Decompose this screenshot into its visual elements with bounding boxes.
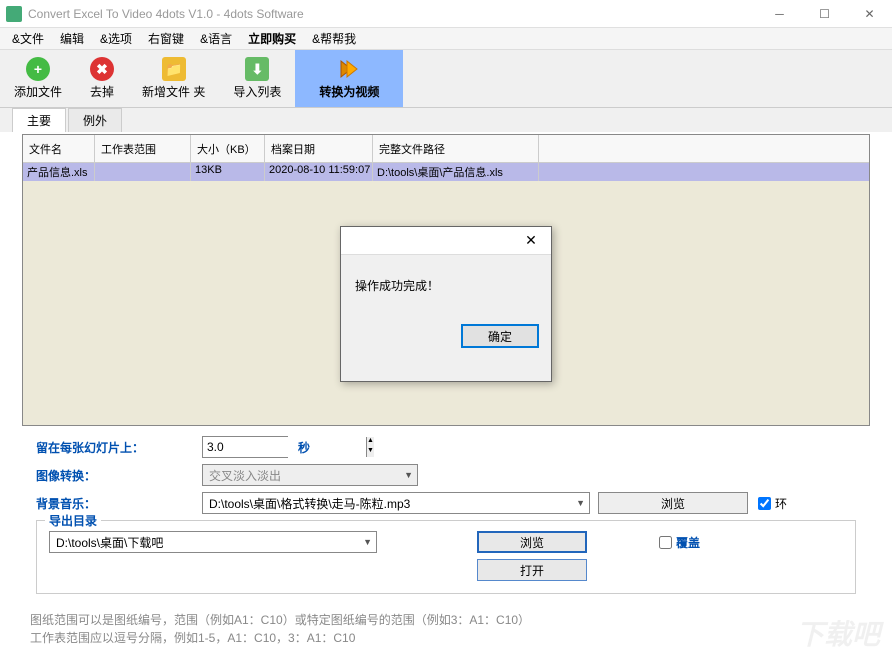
menu-file[interactable]: &文件 [4, 28, 52, 49]
tab-main[interactable]: 主要 [12, 108, 66, 132]
menubar: &文件 编辑 &选项 右窗键 &语言 立即购买 &帮帮我 [0, 28, 892, 50]
folder-icon: 📁 [162, 57, 186, 81]
app-icon [6, 6, 22, 22]
col-date[interactable]: 档案日期 [265, 135, 373, 162]
hint-text: 图纸范围可以是图纸编号，范围（例如A1：C10）或特定图纸编号的范围（例如3：A… [30, 611, 868, 647]
bgm-label: 背景音乐： [22, 495, 202, 512]
window-titlebar: Convert Excel To Video 4dots V1.0 - 4dot… [0, 0, 892, 28]
tabbar: 主要 例外 [0, 108, 892, 132]
menu-edit[interactable]: 编辑 [52, 28, 92, 49]
stay-label: 留在每张幻灯片上： [22, 439, 202, 456]
remove-label: 去掉 [90, 83, 114, 100]
hint-line1: 图纸范围可以是图纸编号，范围（例如A1：C10）或特定图纸编号的范围（例如3：A… [30, 611, 868, 629]
col-size[interactable]: 大小（KB） [191, 135, 265, 162]
cell-date: 2020-08-10 11:59:07 [265, 163, 373, 181]
convert-icon [337, 57, 361, 81]
convert-video-button[interactable]: 转换为视频 [295, 50, 403, 107]
success-dialog: ✕ 操作成功完成！ 确定 [340, 226, 552, 382]
chevron-down-icon: ▼ [363, 537, 372, 547]
bgm-value: D:\tools\桌面\格式转换\走马-陈粒.mp3 [209, 495, 410, 512]
transition-value: 交叉淡入淡出 [209, 467, 281, 484]
dialog-titlebar: ✕ [341, 227, 551, 255]
cell-filename: 产品信息.xls [23, 163, 95, 181]
tab-except[interactable]: 例外 [68, 108, 122, 132]
dialog-ok-button[interactable]: 确定 [461, 324, 539, 348]
export-path-value: D:\tools\桌面\下载吧 [56, 534, 163, 551]
ring-checkbox[interactable]: 环 [758, 495, 787, 512]
new-folder-button[interactable]: 📁 新增文件 夹 [128, 50, 219, 107]
stay-spinner[interactable]: ▲ ▼ [202, 436, 288, 458]
import-label: 导入列表 [233, 83, 281, 100]
table-row[interactable]: 产品信息.xls 13KB 2020-08-10 11:59:07 D:\too… [23, 163, 869, 181]
menu-buy[interactable]: 立即购买 [240, 28, 304, 49]
hint-line2: 工作表范围应以逗号分隔，例如1-5，A1：C10，3：A1：C10 [30, 629, 868, 647]
window-title: Convert Excel To Video 4dots V1.0 - 4dot… [28, 7, 757, 21]
export-open-button[interactable]: 打开 [477, 559, 587, 581]
menu-rightkey[interactable]: 右窗键 [140, 28, 192, 49]
export-browse-button[interactable]: 浏览 [477, 531, 587, 553]
export-group: 导出目录 D:\tools\桌面\下载吧 ▼ 浏览 覆盖 打开 [36, 520, 856, 594]
cell-path: D:\tools\桌面\产品信息.xls [373, 163, 539, 181]
dialog-close-button[interactable]: ✕ [511, 232, 551, 249]
close-button[interactable]: ✕ [847, 0, 892, 28]
transition-label: 图像转换： [22, 467, 202, 484]
new-folder-label: 新增文件 夹 [142, 83, 205, 100]
export-path-combo[interactable]: D:\tools\桌面\下载吧 ▼ [49, 531, 377, 553]
import-icon: ⬇ [245, 57, 269, 81]
ring-label: 环 [775, 495, 787, 512]
stay-unit: 秒 [298, 439, 310, 456]
chevron-down-icon: ▼ [404, 470, 413, 480]
bgm-combo[interactable]: D:\tools\桌面\格式转换\走马-陈粒.mp3 ▼ [202, 492, 590, 514]
dialog-message: 操作成功完成！ [341, 255, 551, 316]
menu-options[interactable]: &选项 [92, 28, 140, 49]
col-filename[interactable]: 文件名 [23, 135, 95, 162]
add-icon: + [26, 57, 50, 81]
maximize-button[interactable]: ☐ [802, 0, 847, 28]
cell-range [95, 163, 191, 181]
convert-label: 转换为视频 [319, 83, 379, 100]
spin-down[interactable]: ▼ [367, 447, 374, 457]
overwrite-checkbox[interactable]: 覆盖 [659, 534, 700, 551]
stay-input[interactable] [203, 437, 366, 457]
ring-checkbox-input[interactable] [758, 497, 771, 510]
overwrite-label: 覆盖 [676, 534, 700, 551]
options-panel: 留在每张幻灯片上： ▲ ▼ 秒 图像转换： 交叉淡入淡出 ▼ 背景音乐： D:\… [22, 436, 870, 594]
chevron-down-icon: ▼ [576, 498, 585, 508]
col-path[interactable]: 完整文件路径 [373, 135, 539, 162]
transition-combo[interactable]: 交叉淡入淡出 ▼ [202, 464, 418, 486]
overwrite-checkbox-input[interactable] [659, 536, 672, 549]
bgm-browse-button[interactable]: 浏览 [598, 492, 748, 514]
import-list-button[interactable]: ⬇ 导入列表 [219, 50, 295, 107]
add-file-label: 添加文件 [14, 83, 62, 100]
menu-lang[interactable]: &语言 [192, 28, 240, 49]
col-range[interactable]: 工作表范围 [95, 135, 191, 162]
export-legend: 导出目录 [45, 512, 101, 529]
cell-size: 13KB [191, 163, 265, 181]
toolbar: + 添加文件 ✖ 去掉 📁 新增文件 夹 ⬇ 导入列表 转换为视频 [0, 50, 892, 108]
table-header: 文件名 工作表范围 大小（KB） 档案日期 完整文件路径 [23, 135, 869, 163]
remove-button[interactable]: ✖ 去掉 [76, 50, 128, 107]
spin-up[interactable]: ▲ [367, 437, 374, 447]
menu-help[interactable]: &帮帮我 [304, 28, 364, 49]
add-file-button[interactable]: + 添加文件 [0, 50, 76, 107]
remove-icon: ✖ [90, 57, 114, 81]
minimize-button[interactable]: ─ [757, 0, 802, 28]
